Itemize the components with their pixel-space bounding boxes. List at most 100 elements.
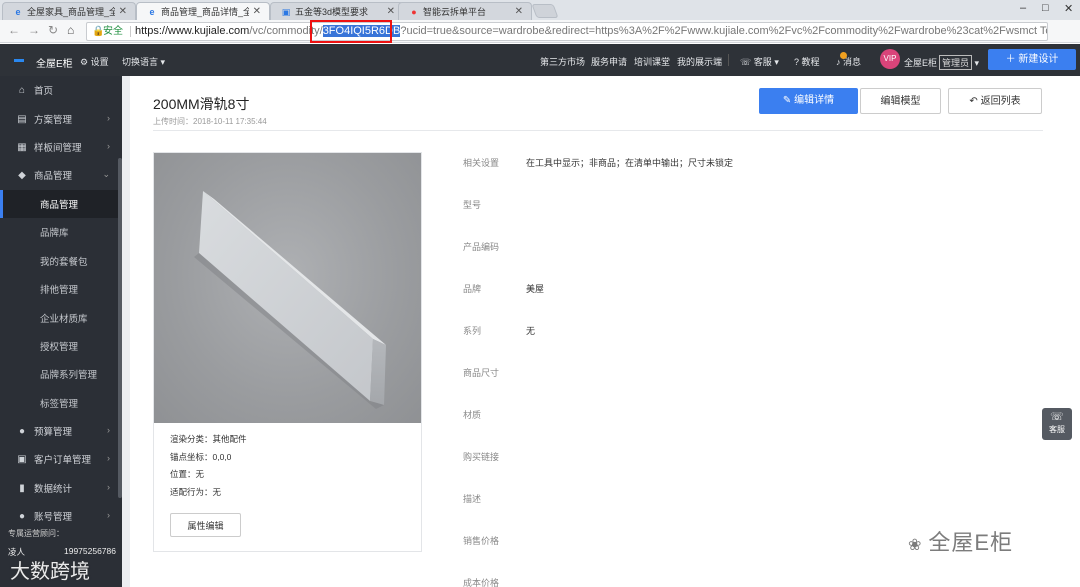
sidebar-sub-brand-library[interactable]: 品牌库 xyxy=(0,218,122,246)
home-icon: ⌂ xyxy=(18,84,26,96)
maximize-icon[interactable]: □ xyxy=(1042,2,1049,14)
consultant-label: 专属运营顾问： xyxy=(8,529,64,538)
language-label: 切换语言 xyxy=(122,57,159,67)
home-icon[interactable]: ⌂ xyxy=(67,23,74,37)
caret-down-icon: ▾ xyxy=(160,57,166,67)
tutorial-link[interactable]: ? 教程 xyxy=(794,55,820,68)
sidebar-item-orders[interactable]: ▣ 客户订单管理 › xyxy=(0,445,122,473)
sidebar-sub-brand-series[interactable]: 品牌系列管理 xyxy=(0,360,122,388)
chevron-right-icon: › xyxy=(107,141,110,151)
budget-icon: ● xyxy=(18,425,26,437)
sidebar-item-stats[interactable]: ▮ 数据统计 › xyxy=(0,474,122,502)
user-menu[interactable]: 全屋E柜 管理员 ▾ xyxy=(904,55,979,70)
tab-title: 全屋家具_商品管理_全能 xyxy=(27,7,115,17)
tab-close-icon[interactable]: ✕ xyxy=(119,6,127,17)
sidebar-sub-authorization[interactable]: 授权管理 xyxy=(0,332,122,360)
field-label-purchase-link: 购买链接 xyxy=(463,452,500,462)
wechat-icon: ❀ xyxy=(908,537,923,554)
back-to-list-button[interactable]: ↶ 返回列表 xyxy=(948,88,1042,114)
product-icon: ◆ xyxy=(18,169,26,181)
field-value-settings: 在工具中显示；非商品；在清单中输出；尺寸未锁定 xyxy=(526,158,734,168)
reload-icon[interactable]: ↻ xyxy=(48,23,58,37)
new-design-button[interactable]: ＋ 新建设计 xyxy=(988,49,1076,70)
browser-tab-strip: e 全屋家具_商品管理_全能 ✕ e 商品管理_商品详情_全能 ✕ ▣ 五金等3… xyxy=(0,0,1080,20)
brand-name: 全屋E柜 xyxy=(36,59,73,70)
sidebar-item-sample-rooms[interactable]: ▦ 样板间管理 › xyxy=(0,133,122,161)
sidebar-sub-product-management[interactable]: 商品管理 xyxy=(0,190,122,218)
anchor-coordinate: 锚点坐标：0,0,0 xyxy=(170,452,232,462)
link-showcase[interactable]: 我的展示端 xyxy=(677,55,722,68)
browser-tab-4[interactable]: ● 智能云拆单平台 ✕ xyxy=(398,2,532,20)
watermark-left: 大数跨境 xyxy=(10,561,90,583)
render-category: 渲染分类：其他配件 xyxy=(170,434,247,444)
forward-arrow-icon[interactable]: → xyxy=(28,23,40,37)
url-input[interactable]: 🔒 安全 https://www.kujiale.com/vc/commodit… xyxy=(86,22,1048,41)
sidebar: ⌂ 首页 ▤ 方案管理 › ▦ 样板间管理 › ◆ 商品管理 ⌄ 商品管理 品牌库 我的套餐包… xyxy=(0,76,122,587)
attribute-edit-button[interactable]: 属性编辑 xyxy=(170,513,241,537)
sidebar-item-home[interactable]: ⌂ 首页 xyxy=(0,76,122,104)
url-prefix: https://www.kujiale.com xyxy=(135,25,250,37)
link-service-request[interactable]: 服务申请 xyxy=(591,55,627,68)
field-label-cost-price: 成本价格 xyxy=(463,578,500,587)
sidebar-item-label: 商品管理 xyxy=(34,171,73,182)
field-label-size: 商品尺寸 xyxy=(463,368,500,378)
sidebar-sub-exclusive[interactable]: 排他管理 xyxy=(0,275,122,303)
language-switch[interactable]: 切换语言 ▾ xyxy=(122,55,165,68)
close-window-icon[interactable]: ✕ xyxy=(1064,2,1073,15)
upload-time: 上传时间：2018-10-11 17:35:44 xyxy=(153,117,267,126)
sidebar-item-plans[interactable]: ▤ 方案管理 › xyxy=(0,105,122,133)
field-label-product-code: 产品编码 xyxy=(463,242,500,252)
sidebar-item-label: 客户订单管理 xyxy=(34,455,92,466)
link-training[interactable]: 培训课堂 xyxy=(634,55,670,68)
position-value: 位置：无 xyxy=(170,469,205,479)
message-badge xyxy=(840,52,847,59)
new-tab-button[interactable] xyxy=(531,4,559,18)
gear-icon: ⚙ xyxy=(80,57,89,67)
customer-service-label: 客服 xyxy=(753,57,772,67)
help-icon: ? xyxy=(794,57,800,67)
rail-3d-render xyxy=(194,191,386,409)
browser-tab-1[interactable]: e 全屋家具_商品管理_全能 ✕ xyxy=(2,2,136,20)
customer-service-menu[interactable]: ☏ 客服 ▾ xyxy=(740,55,779,68)
address-bar-row: ← → ↻ ⌂ 🔒 安全 https://www.kujiale.com/vc/… xyxy=(0,20,1080,58)
settings-label: 设置 xyxy=(90,57,109,67)
edit-icon: ✎ xyxy=(782,95,792,106)
fit-behavior: 适配行为：无 xyxy=(170,487,222,497)
sidebar-item-budget[interactable]: ● 预算管理 › xyxy=(0,417,122,445)
model-preview-image xyxy=(154,153,421,423)
sidebar-item-label: 账号管理 xyxy=(34,512,73,523)
field-value-series: 无 xyxy=(526,326,536,336)
sidebar-item-products[interactable]: ◆ 商品管理 ⌄ xyxy=(0,161,122,189)
watermark-right-text: 全屋E柜 xyxy=(928,530,1014,555)
url-separator xyxy=(130,26,131,37)
field-label-settings: 相关设置 xyxy=(463,158,500,168)
rail-front-face xyxy=(199,191,373,401)
stats-icon: ▮ xyxy=(19,482,25,494)
content-gutter xyxy=(122,76,130,587)
ie-icon: e xyxy=(15,6,21,17)
field-value-brand: 美屋 xyxy=(526,284,545,294)
avatar[interactable]: VIP xyxy=(880,49,900,69)
sidebar-item-label: 首页 xyxy=(34,86,54,97)
tab-close-icon[interactable]: ✕ xyxy=(387,6,395,17)
chevron-right-icon: › xyxy=(107,482,110,492)
browser-tab-3[interactable]: ▣ 五金等3d模型要求 ✕ xyxy=(270,2,404,20)
settings-button[interactable]: ⚙ 设置 xyxy=(80,55,109,68)
edit-detail-button[interactable]: ✎ 编辑详情 xyxy=(759,88,858,114)
sidebar-sub-tags[interactable]: 标签管理 xyxy=(0,389,122,417)
browser-tab-2[interactable]: e 商品管理_商品详情_全能 ✕ xyxy=(136,2,270,20)
sidebar-sub-packages[interactable]: 我的套餐包 xyxy=(0,247,122,275)
tab-close-icon[interactable]: ✕ xyxy=(515,6,523,17)
sidebar-sub-materials[interactable]: 企业材质库 xyxy=(0,304,122,332)
minimize-icon[interactable]: – xyxy=(1020,2,1026,14)
back-arrow-icon[interactable]: ← xyxy=(8,23,20,37)
sidebar-item-accounts[interactable]: ● 账号管理 › xyxy=(0,502,122,530)
chevron-right-icon: › xyxy=(107,510,110,520)
field-label-series: 系列 xyxy=(463,326,482,336)
product-preview-card: 渲染分类：其他配件 锚点坐标：0,0,0 位置：无 适配行为：无 属性编辑 xyxy=(153,152,422,552)
floating-customer-service-button[interactable]: ☏ 客服 xyxy=(1042,408,1072,440)
link-third-party-market[interactable]: 第三方市场 xyxy=(540,55,585,68)
tab-close-icon[interactable]: ✕ xyxy=(253,6,261,17)
edit-model-button[interactable]: 编辑模型 xyxy=(860,88,941,114)
tab-title: 五金等3d模型要求 xyxy=(295,7,369,17)
